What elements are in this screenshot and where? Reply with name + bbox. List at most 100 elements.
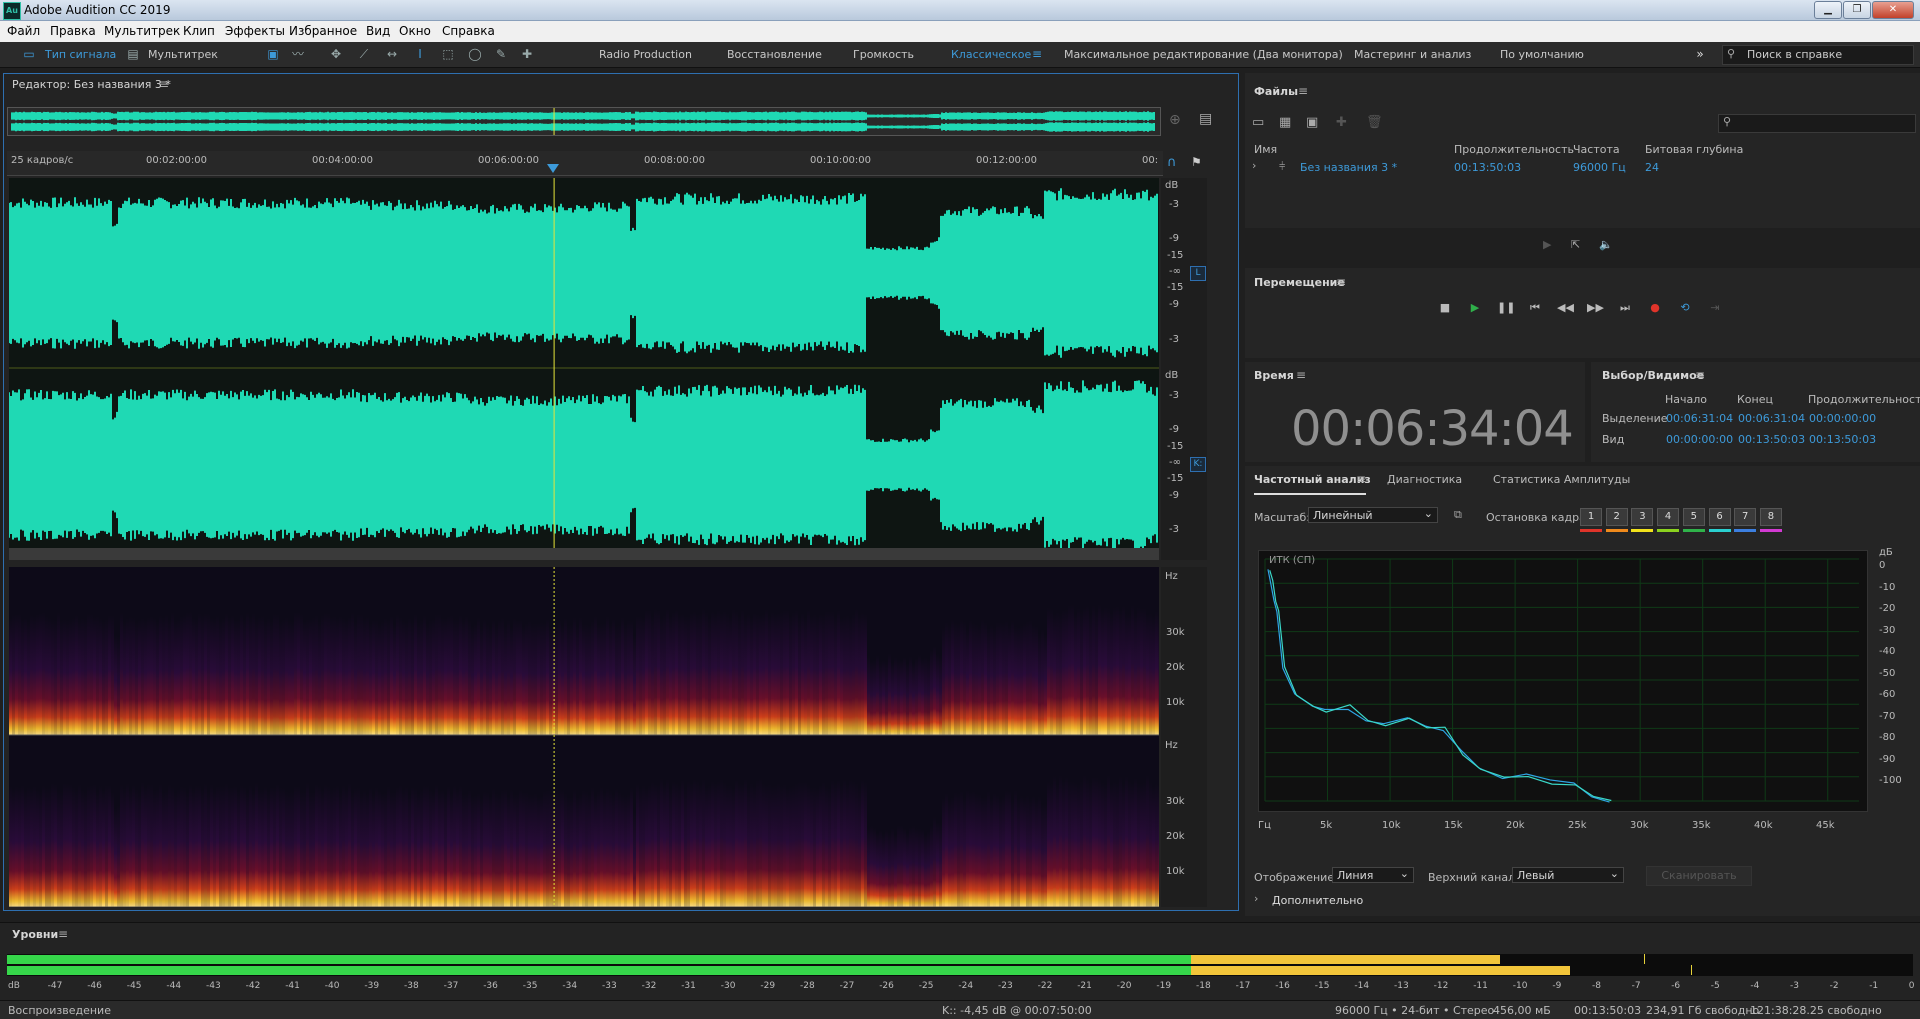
workspace-classic[interactable]: Классическое: [951, 48, 1031, 61]
tab-frequency-analysis[interactable]: Частотный анализ: [1254, 473, 1371, 486]
display-dropdown[interactable]: Линия: [1332, 866, 1414, 883]
view-duration[interactable]: 00:13:50:03: [1809, 433, 1876, 446]
freeze-key-8[interactable]: 8: [1759, 508, 1782, 526]
multitrack-view-button[interactable]: Мультитрек: [148, 48, 218, 61]
go-end-icon[interactable]: ⏭: [1617, 300, 1633, 316]
menu-clip[interactable]: Клип: [183, 24, 215, 38]
insert-icon[interactable]: ✚: [1336, 115, 1347, 130]
files-col-rate[interactable]: Частота: [1573, 143, 1620, 156]
more-workspaces-icon[interactable]: »: [1693, 47, 1707, 61]
menu-effects[interactable]: Эффекты: [225, 24, 285, 38]
files-col-name[interactable]: Имя: [1254, 143, 1277, 156]
waveform-view-icon[interactable]: ▭: [22, 47, 36, 61]
help-search-input[interactable]: ⚲ Поиск в справке: [1722, 45, 1914, 65]
loop-icon[interactable]: ⟲: [1677, 300, 1693, 316]
preview-volume-icon[interactable]: 🔈: [1599, 238, 1613, 251]
spectral-display[interactable]: [9, 567, 1161, 908]
files-col-duration[interactable]: Продолжительность: [1454, 143, 1574, 156]
marquee-tool-icon[interactable]: ⬚: [441, 47, 455, 61]
waveform-view-button[interactable]: Тип сигнала: [45, 48, 116, 61]
chevron-right-icon[interactable]: ›: [1254, 892, 1258, 905]
workspace-default[interactable]: По умолчанию: [1500, 48, 1584, 61]
selection-start[interactable]: 00:06:31:04: [1666, 412, 1733, 425]
menu-window[interactable]: Окно: [399, 24, 431, 38]
waveform-display[interactable]: [8, 178, 1159, 561]
import-file-icon[interactable]: ▦: [1279, 115, 1291, 130]
preview-play-icon[interactable]: ▶: [1543, 238, 1551, 251]
freq-menu-icon[interactable]: ≡: [1356, 472, 1366, 486]
workspace-loudness[interactable]: Громкость: [853, 48, 914, 61]
slip-tool-icon[interactable]: ↔: [385, 47, 399, 61]
play-icon[interactable]: ▶: [1467, 300, 1483, 316]
zoom-in-icon[interactable]: ⊕: [1169, 112, 1181, 128]
menu-edit[interactable]: Правка: [50, 24, 96, 38]
files-menu-icon[interactable]: ≡: [1298, 84, 1308, 98]
time-menu-icon[interactable]: ≡: [1296, 368, 1306, 382]
tab-amplitude-stats[interactable]: Статистика Амплитуды: [1493, 473, 1630, 486]
waveform-display-icon[interactable]: ▣: [266, 47, 280, 61]
delete-icon[interactable]: 🗑: [1366, 115, 1383, 130]
freeze-key-5[interactable]: 5: [1682, 508, 1705, 526]
open-file-icon[interactable]: ▭: [1252, 115, 1264, 130]
freeze-key-7[interactable]: 7: [1734, 508, 1757, 526]
files-col-depth[interactable]: Битовая глубина: [1645, 143, 1743, 156]
workspace-menu-icon[interactable]: ≡: [1032, 47, 1042, 61]
move-tool-icon[interactable]: ✥: [329, 47, 343, 61]
file-row[interactable]: › ⫩ Без названия 3 * 00:13:50:03 96000 Г…: [1248, 158, 1914, 176]
freeze-key-1[interactable]: 1: [1580, 508, 1602, 526]
scan-button[interactable]: Сканировать: [1646, 866, 1752, 886]
fast-forward-icon[interactable]: ▶▶: [1587, 300, 1604, 316]
multitrack-view-icon[interactable]: ▤: [126, 47, 140, 61]
selection-duration[interactable]: 00:00:00:00: [1809, 412, 1876, 425]
new-file-icon[interactable]: ▣: [1306, 115, 1318, 130]
scale-dropdown[interactable]: Линейный: [1308, 506, 1438, 523]
marker-icon[interactable]: ⚑: [1191, 155, 1202, 169]
freeze-key-3[interactable]: 3: [1631, 508, 1654, 526]
freeze-key-6[interactable]: 6: [1708, 508, 1731, 526]
tab-diagnostics[interactable]: Диагностика: [1387, 473, 1462, 486]
menu-view[interactable]: Вид: [366, 24, 390, 38]
transport-menu-icon[interactable]: ≡: [1336, 275, 1346, 289]
time-ruler[interactable]: 25 кадров/с 00:02:00:00 00:04:00:00 00:0…: [7, 151, 1163, 176]
close-button[interactable]: ✕: [1872, 1, 1914, 19]
preview-export-icon[interactable]: ⇱: [1571, 238, 1580, 251]
overview-menu-icon[interactable]: ▤: [1199, 111, 1212, 127]
snap-icon[interactable]: ∩: [1167, 155, 1177, 170]
skip-icon[interactable]: ⇥: [1707, 300, 1723, 316]
razor-tool-icon[interactable]: ⟋: [357, 47, 371, 61]
freeze-key-2[interactable]: 2: [1605, 508, 1628, 526]
record-icon[interactable]: ●: [1647, 300, 1663, 316]
editor-menu-icon[interactable]: ≡: [159, 77, 169, 91]
workspace-radio[interactable]: Radio Production: [599, 48, 692, 61]
pause-icon[interactable]: ❚❚: [1497, 300, 1515, 316]
spot-healing-icon[interactable]: ✚: [520, 47, 534, 61]
freeze-key-4[interactable]: 4: [1657, 508, 1680, 526]
playhead-handle[interactable]: [547, 164, 559, 173]
menu-help[interactable]: Справка: [442, 24, 495, 38]
menu-file[interactable]: Файл: [7, 24, 40, 38]
channel-right-toggle[interactable]: K:: [1190, 457, 1206, 472]
selection-menu-icon[interactable]: ≡: [1695, 368, 1705, 382]
time-selection-tool-icon[interactable]: I: [413, 47, 427, 61]
lasso-tool-icon[interactable]: ◯: [468, 47, 482, 61]
menu-multitrack[interactable]: Мультитрек: [104, 24, 180, 38]
minimize-button[interactable]: ▁: [1814, 1, 1842, 19]
brush-tool-icon[interactable]: ✎: [494, 47, 508, 61]
files-search-input[interactable]: ⚲: [1718, 114, 1916, 133]
workspace-max-edit[interactable]: Максимальное редактирование (Два монитор…: [1064, 48, 1343, 61]
advanced-icon[interactable]: ⧉: [1454, 508, 1462, 522]
workspace-restoration[interactable]: Восстановление: [727, 48, 822, 61]
stop-icon[interactable]: ■: [1437, 300, 1453, 316]
channel-dropdown[interactable]: Левый: [1512, 866, 1624, 883]
view-start[interactable]: 00:00:00:00: [1666, 433, 1733, 446]
selection-end[interactable]: 00:06:31:04: [1738, 412, 1805, 425]
workspace-mastering[interactable]: Мастеринг и анализ: [1354, 48, 1471, 61]
chevron-right-icon[interactable]: ›: [1252, 159, 1256, 172]
levels-menu-icon[interactable]: ≡: [58, 927, 68, 941]
overview-waveform[interactable]: [7, 107, 1161, 136]
go-start-icon[interactable]: ⏮: [1527, 300, 1543, 316]
rewind-icon[interactable]: ◀◀: [1557, 300, 1574, 316]
menu-favorites[interactable]: Избранное: [289, 24, 357, 38]
spectral-display-icon[interactable]: 〰: [291, 47, 305, 61]
channel-left-toggle[interactable]: L: [1190, 266, 1206, 281]
